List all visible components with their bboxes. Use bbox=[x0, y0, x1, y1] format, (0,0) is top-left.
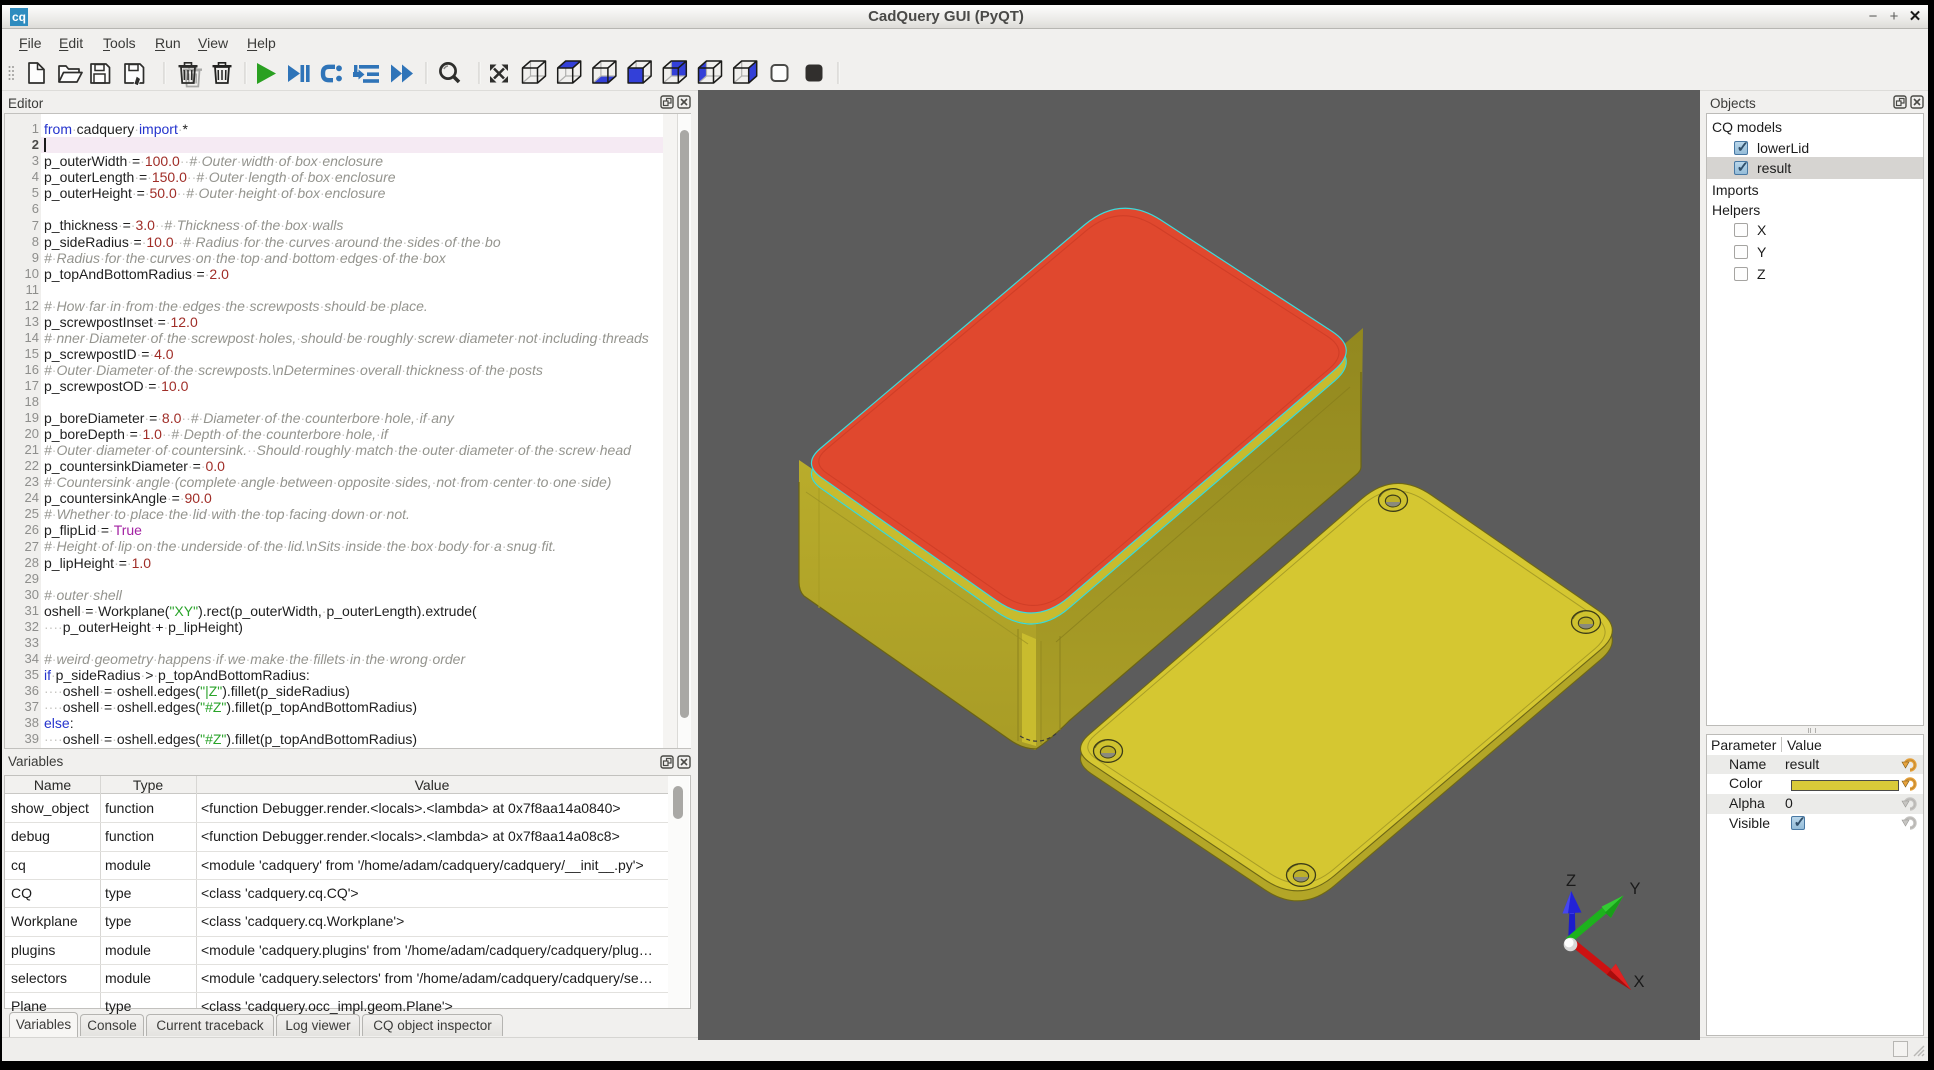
svg-text:Z: Z bbox=[1566, 872, 1576, 890]
svg-text:X: X bbox=[1633, 973, 1644, 991]
svg-text:Y: Y bbox=[1629, 880, 1640, 898]
